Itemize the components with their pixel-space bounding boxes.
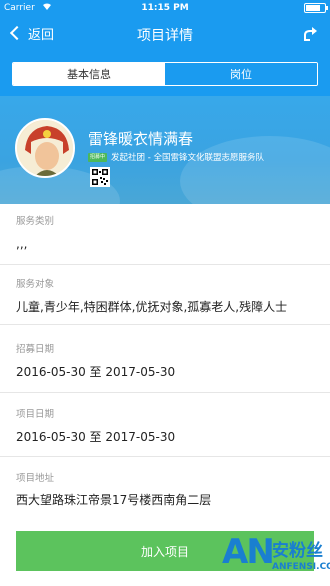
watermark-logo: AN: [222, 532, 275, 572]
field-value: 2016-05-30 至 2017-05-30: [16, 365, 176, 379]
organizer-avatar[interactable]: [15, 118, 75, 178]
divider: [0, 392, 330, 393]
tab-positions[interactable]: 岗位: [165, 63, 317, 85]
field-label: 项目地址: [16, 473, 55, 484]
field-value[interactable]: 西大望路珠江帝景17号楼西南角二层: [16, 491, 211, 508]
tab-basic-info[interactable]: 基本信息: [13, 63, 165, 85]
divider: [0, 456, 330, 457]
battery-icon: [304, 3, 328, 13]
field-value: 2016-05-30 至 2017-05-30: [16, 430, 176, 444]
field-label: 服务类别: [16, 216, 55, 227]
watermark-en: ANFENSI.COM: [272, 562, 330, 572]
divider: [0, 264, 330, 265]
status-badge: 招募中: [88, 153, 108, 162]
page-title: 项目详情: [137, 28, 193, 44]
divider: [0, 324, 330, 325]
field-label: 服务对象: [16, 279, 55, 290]
field-value: 儿童,青少年,特困群体,优抚对象,孤寡老人,残障人士: [16, 300, 288, 314]
nav-bar: 返回 项目详情: [0, 16, 330, 50]
watermark-cn: 安粉丝: [272, 541, 323, 561]
project-name: 雷锋暖衣情满春: [88, 130, 194, 148]
field-value: ,,,: [16, 237, 28, 251]
tabs-area: 基本信息 岗位: [0, 50, 330, 96]
status-bar: Carrier 11:15 PM: [0, 0, 330, 16]
clock: 11:15 PM: [141, 3, 189, 13]
qr-code-icon[interactable]: [90, 167, 110, 187]
field-label: 招募日期: [16, 344, 55, 355]
share-icon[interactable]: [302, 24, 320, 42]
field-label: 项目日期: [16, 409, 55, 420]
site-watermark: AN 安粉丝 ANFENSI.COM: [222, 532, 330, 586]
segmented-tabs: 基本信息 岗位: [12, 62, 318, 86]
project-banner: 雷锋暖衣情满春 招募中 发起社团 - 全国雷锋文化联盟志愿服务队: [0, 96, 330, 204]
organizer-text[interactable]: 发起社团 - 全国雷锋文化联盟志愿服务队: [111, 151, 264, 163]
